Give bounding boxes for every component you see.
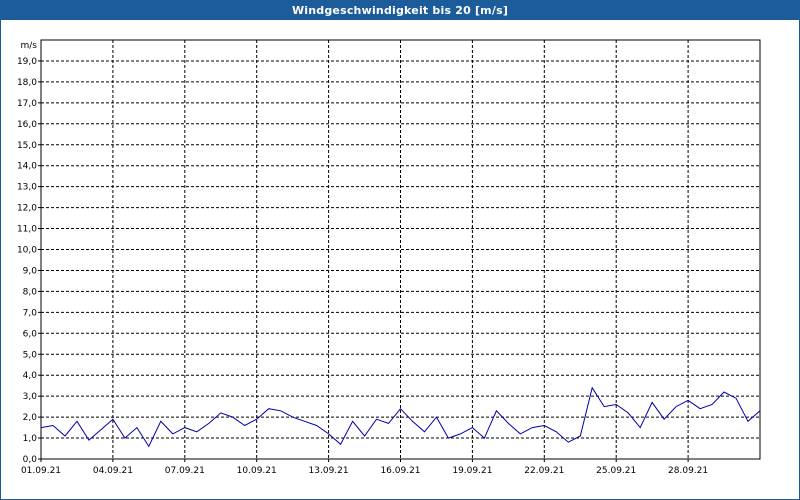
x-tick-label: 10.09.21 (237, 466, 277, 476)
y-tick-label: 11,0 (17, 225, 37, 235)
wind-speed-chart: 0,0 1,0 2,0 3,0 4,0 5,0 6,0 7,0 8,0 9,0 10,0 11,0 12… (17, 39, 761, 476)
y-tick-label: 13,0 (17, 183, 37, 193)
y-tick-label: 1,0 (23, 434, 38, 444)
x-tick-label: 25.09.21 (596, 466, 636, 476)
x-tick-label: 22.09.21 (524, 466, 564, 476)
y-tick-label: 7,0 (23, 308, 38, 318)
y-tick-label: 2,0 (23, 413, 38, 423)
x-axis-ticks: 01.09.21 04.09.21 07.09.21 10.09.21 13.09.21… (21, 459, 708, 476)
y-tick-label: 8,0 (23, 287, 38, 297)
y-tick-label: 12,0 (17, 204, 37, 214)
y-tick-label: 6,0 (23, 329, 38, 339)
y-tick-label: 0,0 (23, 455, 38, 465)
y-tick-label: 3,0 (23, 392, 38, 402)
x-tick-label: 19.09.21 (452, 466, 492, 476)
grid-lines (41, 40, 760, 459)
y-tick-label: 4,0 (23, 371, 38, 381)
y-tick-label: 15,0 (17, 141, 37, 151)
x-tick-label: 01.09.21 (21, 466, 61, 476)
y-tick-label: 19,0 (17, 57, 37, 67)
y-tick-label: 9,0 (23, 266, 38, 276)
y-tick-label: 10,0 (17, 246, 37, 256)
x-tick-label: 07.09.21 (165, 466, 205, 476)
x-tick-label: 04.09.21 (93, 466, 133, 476)
x-tick-label: 28.09.21 (668, 466, 708, 476)
y-tick-label: 16,0 (17, 120, 37, 130)
y-tick-label: 14,0 (17, 162, 37, 172)
y-axis-ticks: 0,0 1,0 2,0 3,0 4,0 5,0 6,0 7,0 8,0 9,0 10,0 11,0 12… (17, 57, 41, 465)
x-tick-label: 16.09.21 (380, 466, 420, 476)
y-tick-label: 17,0 (17, 99, 37, 109)
y-axis-label: m/s (21, 41, 38, 51)
x-tick-label: 13.09.21 (309, 466, 349, 476)
y-tick-label: 5,0 (23, 350, 38, 360)
y-tick-label: 18,0 (17, 78, 37, 88)
